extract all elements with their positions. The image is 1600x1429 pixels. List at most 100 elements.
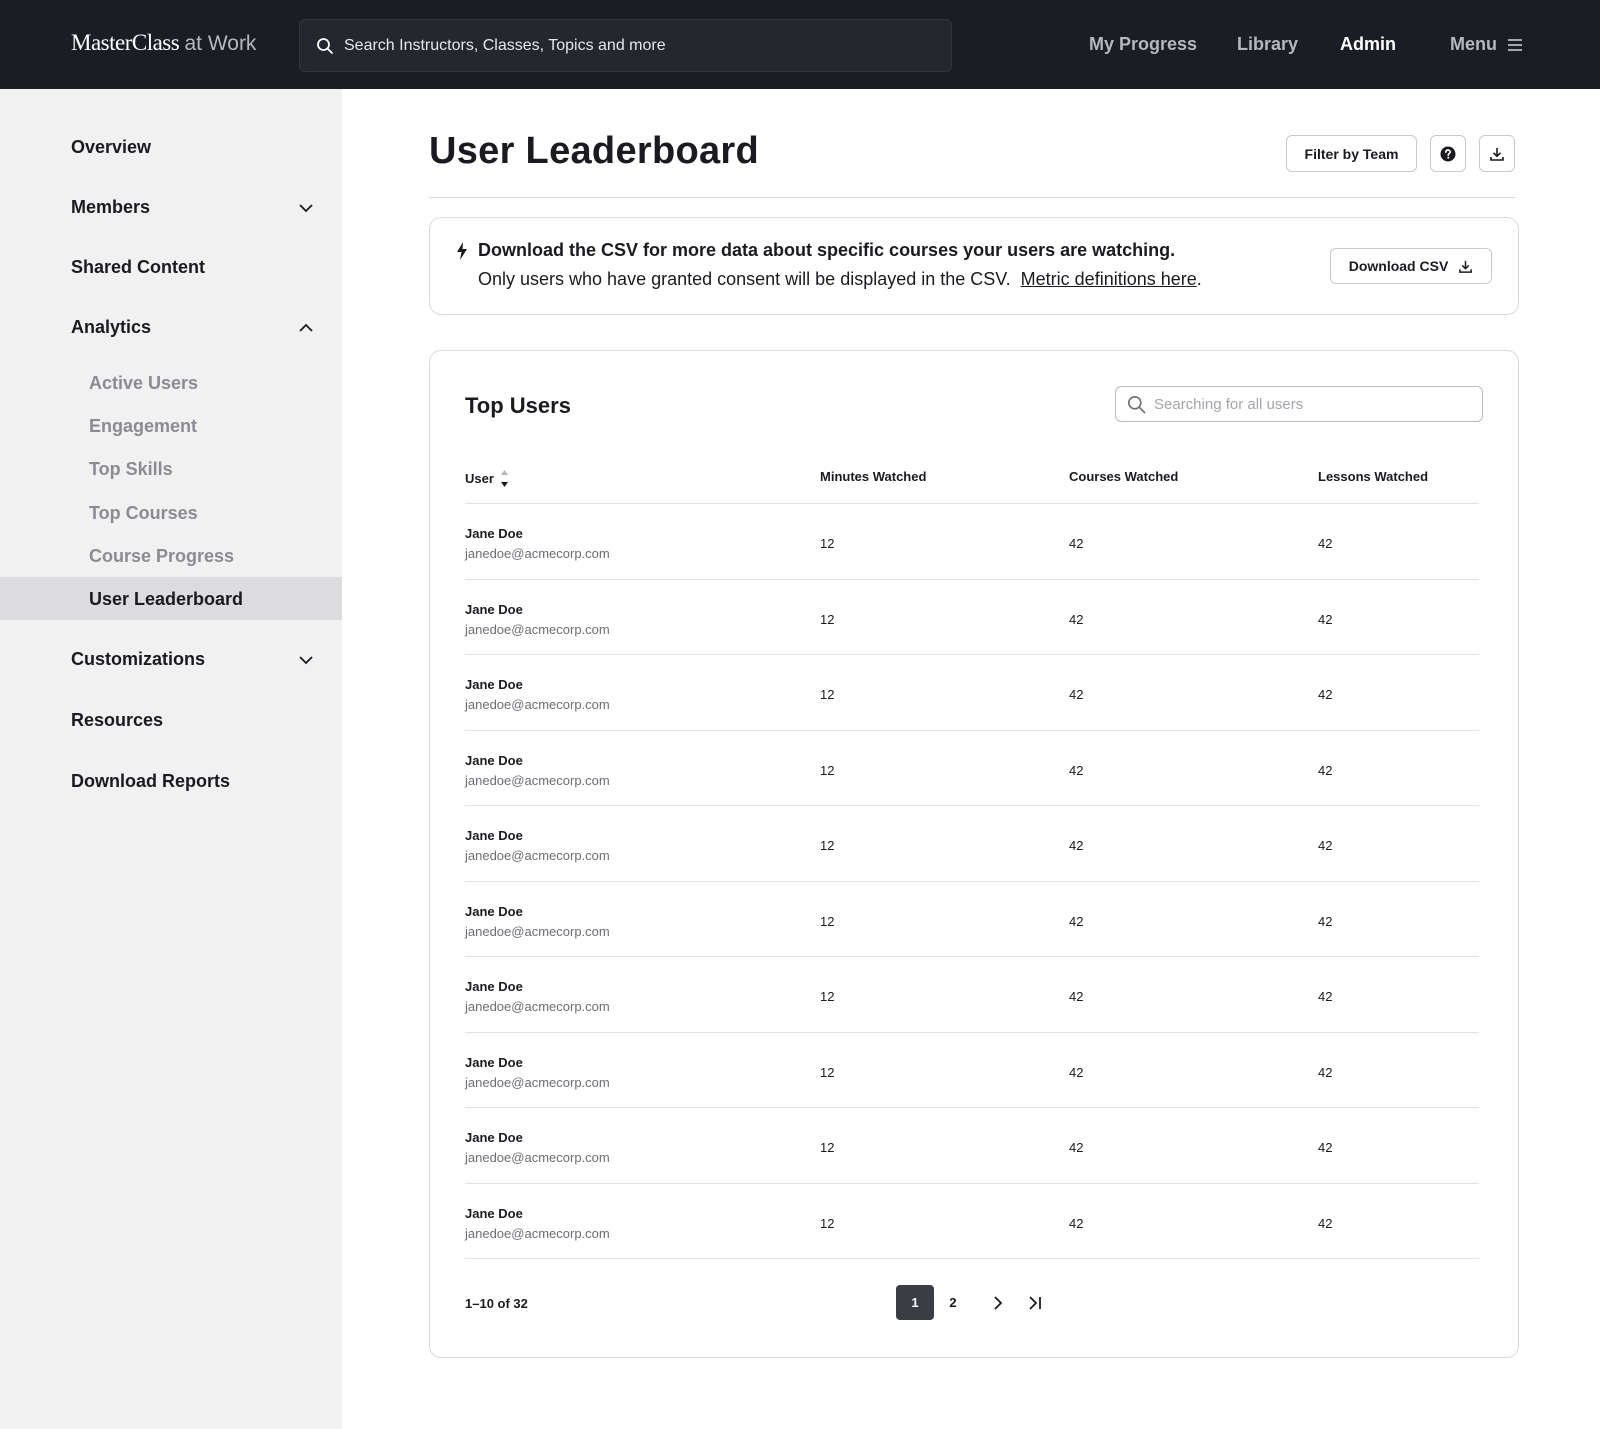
user-name: Jane Doe bbox=[465, 601, 523, 617]
nav-admin[interactable]: Admin bbox=[1340, 34, 1396, 55]
minutes-watched-cell: 12 bbox=[820, 1215, 835, 1231]
lightning-icon bbox=[457, 242, 467, 260]
table-row[interactable]: Jane Doe janedoe@acmecorp.com 12 42 42 bbox=[465, 655, 1479, 731]
top-users-card: Top Users User Minutes Watched Courses W… bbox=[429, 350, 1519, 1358]
column-header-minutes-watched: Minutes Watched bbox=[820, 469, 927, 484]
sidebar-subitem-top-courses[interactable]: Top Courses bbox=[89, 503, 198, 524]
column-header-lessons-watched: Lessons Watched bbox=[1318, 469, 1429, 484]
sidebar-subitem-top-skills[interactable]: Top Skills bbox=[89, 459, 173, 480]
user-name: Jane Doe bbox=[465, 1205, 523, 1221]
user-name: Jane Doe bbox=[465, 1054, 523, 1070]
sidebar-subitem-user-leaderboard[interactable]: User Leaderboard bbox=[89, 589, 243, 610]
sidebar-subitem-engagement[interactable]: Engagement bbox=[89, 416, 197, 437]
lessons-watched-cell: 42 bbox=[1318, 536, 1333, 551]
column-header-courses-watched: Courses Watched bbox=[1069, 469, 1179, 484]
lessons-watched-cell: 42 bbox=[1318, 611, 1333, 627]
minutes-watched-cell: 12 bbox=[820, 838, 835, 853]
courses-watched-cell: 42 bbox=[1069, 1064, 1084, 1080]
brand-logo[interactable]: MasterClass at Work bbox=[71, 30, 256, 56]
download-icon bbox=[1490, 147, 1504, 161]
table-row[interactable]: Jane Doe janedoe@acmecorp.com 12 42 42 bbox=[465, 504, 1479, 580]
sidebar-item-members[interactable]: Members bbox=[71, 197, 150, 218]
chevron-down-icon[interactable] bbox=[298, 200, 314, 216]
table-row[interactable]: Jane Doe janedoe@acmecorp.com 12 42 42 bbox=[465, 1033, 1479, 1108]
sidebar-subitem-course-progress[interactable]: Course Progress bbox=[89, 546, 234, 567]
table-row[interactable]: Jane Doe janedoe@acmecorp.com 12 42 42 bbox=[465, 882, 1479, 957]
last-page-icon bbox=[1029, 1295, 1041, 1310]
table-row[interactable]: Jane Doe janedoe@acmecorp.com 12 42 42 bbox=[465, 1184, 1479, 1259]
csv-info-banner: Download the CSV for more data about spe… bbox=[429, 217, 1519, 315]
sort-icon[interactable] bbox=[500, 469, 509, 488]
brand-name: MasterClass bbox=[71, 30, 180, 55]
table-row[interactable]: Jane Doe janedoe@acmecorp.com 12 42 42 bbox=[465, 731, 1479, 806]
user-email: janedoe@acmecorp.com bbox=[465, 1225, 610, 1241]
user-email: janedoe@acmecorp.com bbox=[465, 999, 610, 1014]
courses-watched-cell: 42 bbox=[1069, 1215, 1084, 1231]
card-title: Top Users bbox=[465, 393, 571, 418]
search-icon bbox=[1128, 396, 1146, 414]
chevron-right-icon bbox=[994, 1295, 1003, 1310]
next-page-button[interactable] bbox=[979, 1285, 1017, 1320]
courses-watched-cell: 42 bbox=[1069, 913, 1084, 929]
user-email: janedoe@acmecorp.com bbox=[465, 1074, 610, 1090]
global-search[interactable] bbox=[299, 19, 952, 72]
top-bar: MasterClass at Work My Progress Library … bbox=[0, 0, 1600, 89]
table-row[interactable]: Jane Doe janedoe@acmecorp.com 12 42 42 bbox=[465, 957, 1479, 1033]
user-name: Jane Doe bbox=[465, 752, 523, 768]
column-header-user[interactable]: User bbox=[465, 469, 509, 488]
brand-suffix: at Work bbox=[184, 32, 257, 55]
courses-watched-cell: 42 bbox=[1069, 536, 1084, 551]
lessons-watched-cell: 42 bbox=[1318, 762, 1333, 778]
chevron-up-icon[interactable] bbox=[298, 320, 314, 336]
nav-my-progress[interactable]: My Progress bbox=[1089, 34, 1197, 55]
global-search-input[interactable] bbox=[344, 20, 934, 71]
minutes-watched-cell: 12 bbox=[820, 989, 835, 1004]
filter-by-team-button[interactable]: Filter by Team bbox=[1286, 135, 1417, 172]
menu-label: Menu bbox=[1450, 34, 1497, 54]
page-button-2[interactable]: 2 bbox=[934, 1285, 972, 1320]
courses-watched-cell: 42 bbox=[1069, 989, 1084, 1004]
sidebar-subitem-active-users[interactable]: Active Users bbox=[89, 373, 198, 394]
download-icon bbox=[1459, 260, 1473, 273]
sidebar-item-customizations[interactable]: Customizations bbox=[71, 649, 205, 670]
last-page-button[interactable] bbox=[1016, 1285, 1054, 1320]
download-csv-button[interactable]: Download CSV bbox=[1330, 248, 1492, 284]
minutes-watched-cell: 12 bbox=[820, 762, 835, 778]
page-button-1[interactable]: 1 bbox=[896, 1285, 934, 1320]
sidebar-item-shared-content[interactable]: Shared Content bbox=[71, 257, 205, 278]
info-headline: Download the CSV for more data about spe… bbox=[478, 240, 1176, 260]
sidebar: Overview Members Shared Content Analytic… bbox=[0, 89, 342, 1429]
user-email: janedoe@acmecorp.com bbox=[465, 848, 610, 863]
user-email: janedoe@acmecorp.com bbox=[465, 621, 610, 637]
minutes-watched-cell: 12 bbox=[820, 536, 835, 551]
user-search-input[interactable] bbox=[1154, 387, 1474, 421]
table-row[interactable]: Jane Doe janedoe@acmecorp.com 12 42 42 bbox=[465, 580, 1479, 655]
lessons-watched-cell: 42 bbox=[1318, 687, 1333, 702]
hamburger-icon bbox=[1508, 38, 1522, 51]
metric-definitions-link[interactable]: Metric definitions here bbox=[1021, 269, 1197, 289]
table-row[interactable]: Jane Doe janedoe@acmecorp.com 12 42 42 bbox=[465, 806, 1479, 882]
sidebar-item-resources[interactable]: Resources bbox=[71, 710, 163, 731]
download-button[interactable] bbox=[1479, 135, 1515, 172]
table-row[interactable]: Jane Doe janedoe@acmecorp.com 12 42 42 bbox=[465, 1108, 1479, 1184]
info-description: Only users who have granted consent will… bbox=[478, 269, 1011, 289]
sidebar-item-analytics[interactable]: Analytics bbox=[71, 317, 151, 338]
lessons-watched-cell: 42 bbox=[1318, 989, 1333, 1004]
minutes-watched-cell: 12 bbox=[820, 1140, 835, 1155]
user-email: janedoe@acmecorp.com bbox=[465, 923, 610, 939]
user-name: Jane Doe bbox=[465, 1130, 523, 1145]
user-name: Jane Doe bbox=[465, 979, 523, 994]
menu-button[interactable]: Menu bbox=[1450, 34, 1523, 55]
minutes-watched-cell: 12 bbox=[820, 1064, 835, 1080]
pagination-range: 1–10 of 32 bbox=[465, 1296, 528, 1311]
sidebar-item-overview[interactable]: Overview bbox=[71, 137, 151, 158]
courses-watched-cell: 42 bbox=[1069, 687, 1084, 702]
user-name: Jane Doe bbox=[465, 828, 523, 843]
help-button[interactable] bbox=[1430, 135, 1466, 172]
user-search[interactable] bbox=[1115, 386, 1483, 422]
user-email: janedoe@acmecorp.com bbox=[465, 697, 610, 712]
nav-library[interactable]: Library bbox=[1237, 34, 1298, 55]
chevron-down-icon[interactable] bbox=[298, 652, 314, 668]
column-header-label: User bbox=[465, 471, 494, 486]
sidebar-item-download-reports[interactable]: Download Reports bbox=[71, 771, 230, 792]
